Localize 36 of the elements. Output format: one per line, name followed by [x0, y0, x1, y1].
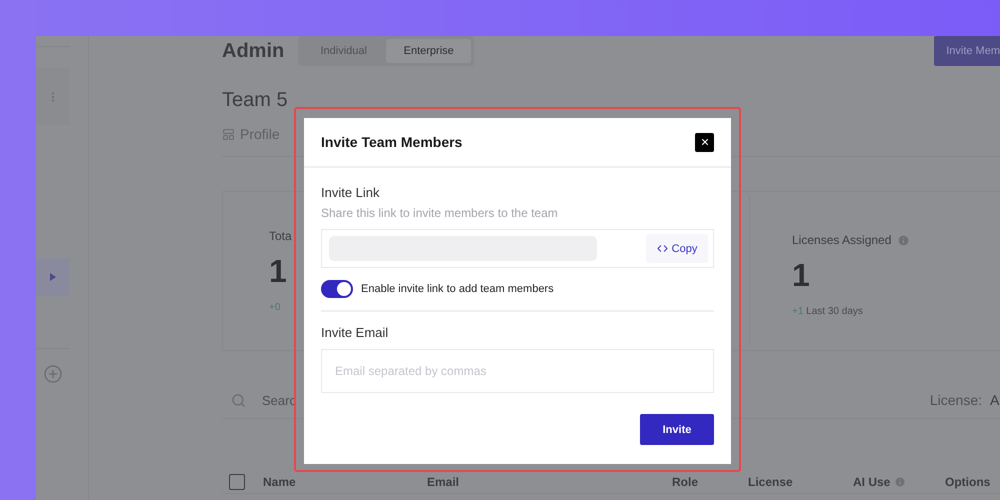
plan-tab[interactable]: Enterprise: [386, 39, 472, 63]
stat-change: +1 Last 30 days: [792, 306, 863, 317]
copy-button[interactable]: Copy: [646, 234, 708, 263]
filter-value[interactable]: A: [990, 392, 1000, 408]
close-icon: [700, 137, 710, 147]
column-header: Options: [945, 475, 990, 489]
team-name: Team 5: [222, 89, 289, 112]
column-header: License: [748, 475, 793, 489]
column-header: Name: [263, 475, 296, 489]
dialog-title: Invite Team Members: [321, 134, 462, 150]
invite-button[interactable]: Invite: [640, 414, 714, 445]
page-title: Admin: [222, 40, 284, 62]
column-header: AI Use: [853, 475, 890, 489]
layout-icon: [222, 128, 235, 140]
stat-label: Licenses Assigned: [792, 233, 892, 247]
toggle-label: Enable invite link to add team members: [361, 283, 554, 295]
stat-value: 1: [792, 257, 810, 294]
column-header: Email: [427, 475, 460, 489]
caret-right-icon: [50, 273, 56, 281]
close-button[interactable]: [695, 132, 714, 152]
code-icon: [656, 243, 668, 254]
stat-change: +0: [269, 302, 280, 313]
plan-tab[interactable]: Individual: [301, 39, 386, 63]
invite-email-label: Invite Email: [321, 325, 390, 340]
select-all-checkbox[interactable]: [229, 474, 245, 490]
stat-value: 1: [269, 253, 287, 290]
email-input[interactable]: Email separated by commas: [321, 349, 714, 393]
search-icon: [231, 392, 246, 408]
invite-members-button[interactable]: Invite Mem: [934, 36, 1000, 66]
column-header: Role: [672, 475, 698, 489]
invite-link-hint: Share this link to invite members to the team: [321, 206, 559, 220]
invite-link-label: Invite Link: [321, 185, 381, 200]
search-field[interactable]: Searc: [262, 392, 296, 408]
filter-label: License:: [930, 392, 982, 408]
invite-link-toggle[interactable]: [321, 280, 353, 298]
stat-label: Tota: [269, 229, 292, 243]
